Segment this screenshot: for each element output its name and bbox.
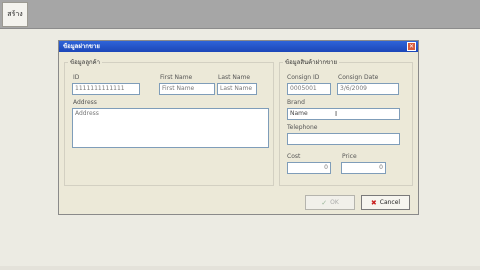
telephone-field[interactable] [287,133,400,145]
bottom-strip [0,266,480,270]
consign-id-label: Consign ID [287,74,320,81]
consign-groupbox: ข้อมูลสินค้าฝากขาย Consign ID 0005001 Co… [279,59,413,186]
cancel-x-icon: ✖ [370,198,377,207]
address-label: Address [73,99,97,106]
close-icon: ✕ [408,43,415,50]
consign-date-field[interactable]: 3/6/2009 [337,83,399,95]
customer-group-legend: ข้อมูลลูกค้า [68,59,103,67]
address-field[interactable]: Address [72,108,269,148]
price-label: Price [342,153,357,160]
close-button[interactable]: ✕ [407,42,416,51]
consign-group-legend: ข้อมูลสินค้าฝากขาย [283,59,339,67]
price-field[interactable]: 0 [341,162,386,174]
brand-field[interactable]: Name [287,108,400,120]
dialog-title: ข้อมูลฝากขาย [63,43,100,50]
text-cursor-icon: I [335,110,338,118]
cost-label: Cost [287,153,301,160]
cost-field[interactable]: 0 [287,162,331,174]
brand-label: Brand [287,99,305,106]
consign-dialog: ข้อมูลฝากขาย ✕ ข้อมูลลูกค้า ID 111111111… [58,40,419,215]
first-name-field[interactable]: First Name [159,83,215,95]
last-name-label: Last Name [218,74,251,81]
id-label: ID [73,74,80,81]
ok-button[interactable]: ✓ OK [305,195,355,210]
customer-groupbox: ข้อมูลลูกค้า ID 1111111111111 First Name… [64,59,274,186]
dialog-titlebar: ข้อมูลฝากขาย ✕ [59,41,418,52]
cancel-button-label: Cancel [379,199,401,206]
create-button[interactable]: สร้าง [2,2,28,27]
consign-date-label: Consign Date [338,74,379,81]
last-name-field[interactable]: Last Name [217,83,257,95]
ok-button-label: OK [330,199,339,206]
id-field[interactable]: 1111111111111 [72,83,140,95]
check-icon: ✓ [321,198,328,207]
consign-id-field[interactable]: 0005001 [287,83,331,95]
telephone-label: Telephone [287,124,318,131]
top-toolbar: สร้าง [0,0,480,29]
cancel-button[interactable]: ✖ Cancel [361,195,410,210]
first-name-label: First Name [160,74,193,81]
